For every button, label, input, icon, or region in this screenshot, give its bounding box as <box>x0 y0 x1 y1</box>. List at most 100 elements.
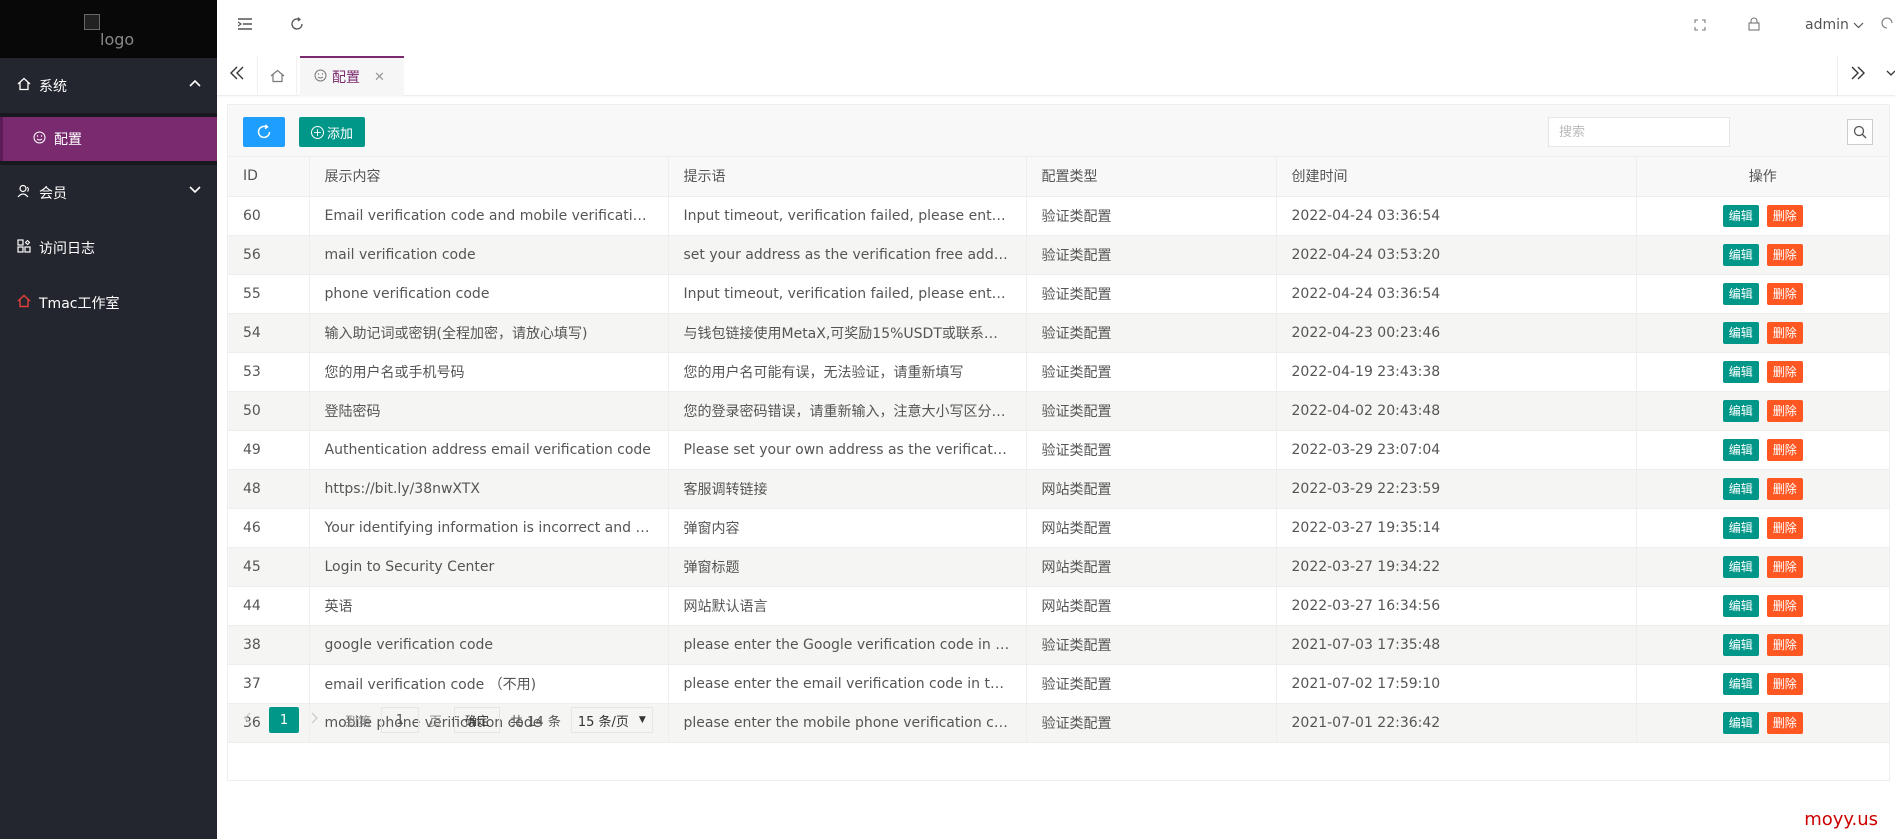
cell-tip: 客服调转链接 <box>668 469 1027 509</box>
menu-collapse-icon[interactable] <box>237 16 253 35</box>
theme-icon[interactable] <box>1881 16 1893 35</box>
goto-confirm-button[interactable]: 确定 <box>454 707 501 733</box>
submenu-system: 配置 <box>0 113 217 165</box>
next-page-icon[interactable] <box>311 712 333 728</box>
edit-button[interactable]: 编辑 <box>1722 282 1759 305</box>
cell-created: 2021-07-03 17:35:48 <box>1276 625 1637 665</box>
sidebar-item-members[interactable]: 会员 <box>0 165 217 220</box>
tabs-scroll-right-icon[interactable] <box>1850 65 1866 85</box>
logo[interactable]: logo <box>0 0 217 58</box>
delete-button[interactable]: 删除 <box>1766 516 1803 539</box>
refresh-button[interactable] <box>243 117 285 147</box>
tabs-scroll-left-icon[interactable] <box>229 65 245 85</box>
column-header-id[interactable]: ID <box>228 157 310 197</box>
cell-tip: 弹窗内容 <box>668 508 1027 548</box>
search-input[interactable] <box>1548 117 1730 147</box>
user-menu[interactable]: admin <box>1805 17 1864 33</box>
page-size-select[interactable]: 15 条/页 ▼ <box>570 707 653 733</box>
sidebar-item-label: 配置 <box>54 132 82 148</box>
prev-page-icon[interactable] <box>243 712 265 728</box>
column-header-created[interactable]: 创建时间 <box>1276 157 1637 197</box>
cell-tip: 网站默认语言 <box>668 586 1027 626</box>
cell-type: 网站类配置 <box>1026 547 1277 587</box>
edit-button[interactable]: 编辑 <box>1722 321 1759 344</box>
lock-icon[interactable] <box>1748 16 1760 35</box>
fullscreen-icon[interactable] <box>1694 16 1706 35</box>
delete-button[interactable]: 删除 <box>1766 243 1803 266</box>
current-page[interactable]: 1 <box>269 707 299 733</box>
delete-button[interactable]: 删除 <box>1766 555 1803 578</box>
cell-id: 50 <box>228 391 310 431</box>
sidebar-item-config[interactable]: 配置 <box>0 117 217 161</box>
top-header: admin <box>217 0 1895 54</box>
refresh-icon[interactable] <box>290 16 304 35</box>
table-row: 54 输入助记词或密钥(全程加密，请放心填写) 与钱包链接使用MetaX,可奖励15… <box>228 313 1889 353</box>
cell-id: 60 <box>228 196 310 236</box>
tab-home[interactable] <box>257 56 297 96</box>
cell-tip: Please set your own address as the verif… <box>668 430 1027 470</box>
cell-type: 验证类配置 <box>1026 352 1277 392</box>
sidebar-item-tmac-studio[interactable]: Tmac工作室 <box>0 275 217 330</box>
cell-content: 登陆密码 <box>309 391 669 431</box>
delete-button[interactable]: 删除 <box>1766 282 1803 305</box>
delete-button[interactable]: 删除 <box>1766 204 1803 227</box>
search-button[interactable] <box>1847 119 1873 145</box>
edit-button[interactable]: 编辑 <box>1722 204 1759 227</box>
tab-label: 配置 <box>332 70 360 86</box>
column-header-tip[interactable]: 提示语 <box>668 157 1027 197</box>
sidebar-item-access-log[interactable]: 访问日志 <box>0 220 217 275</box>
edit-button[interactable]: 编辑 <box>1722 243 1759 266</box>
broken-image-icon <box>84 14 100 30</box>
sidebar-item-label: 会员 <box>39 185 67 202</box>
edit-button[interactable]: 编辑 <box>1722 438 1759 461</box>
edit-button[interactable]: 编辑 <box>1722 399 1759 422</box>
edit-button[interactable]: 编辑 <box>1722 633 1759 656</box>
table-row: 44 英语 网站默认语言 网站类配置 2022-03-27 16:34:56 编辑 删除 <box>228 586 1889 626</box>
delete-button[interactable]: 删除 <box>1766 321 1803 344</box>
edit-button[interactable]: 编辑 <box>1722 672 1759 695</box>
table-row: 60 Email verification code and mobile ver… <box>228 196 1889 236</box>
cell-content: 英语 <box>309 586 669 626</box>
delete-button[interactable]: 删除 <box>1766 360 1803 383</box>
edit-button[interactable]: 编辑 <box>1722 360 1759 383</box>
chevron-down-icon <box>189 184 201 197</box>
edit-button[interactable]: 编辑 <box>1722 555 1759 578</box>
edit-button[interactable]: 编辑 <box>1722 477 1759 500</box>
cell-content: Authentication address email verificatio… <box>309 430 669 470</box>
search-icon <box>1853 125 1867 139</box>
delete-button[interactable]: 删除 <box>1766 672 1803 695</box>
cell-actions: 编辑 删除 <box>1636 235 1889 275</box>
column-header-content[interactable]: 展示内容 <box>309 157 669 197</box>
delete-button[interactable]: 删除 <box>1766 594 1803 617</box>
edit-button[interactable]: 编辑 <box>1722 594 1759 617</box>
username: admin <box>1805 17 1849 33</box>
cell-tip: Input timeout, verification failed, plea… <box>668 196 1027 236</box>
cell-id: 46 <box>228 508 310 548</box>
smile-icon <box>33 131 46 148</box>
tabs-divider <box>1837 56 1838 96</box>
home-icon <box>17 77 35 95</box>
goto-page-input[interactable]: 1 <box>381 707 420 733</box>
chevron-up-icon <box>189 77 201 90</box>
cell-created: 2022-03-27 19:35:14 <box>1276 508 1637 548</box>
cell-created: 2022-04-02 20:43:48 <box>1276 391 1637 431</box>
cell-id: 48 <box>228 469 310 509</box>
delete-button[interactable]: 删除 <box>1766 438 1803 461</box>
goto-label: 到第 <box>345 714 372 730</box>
edit-button[interactable]: 编辑 <box>1722 516 1759 539</box>
column-header-type[interactable]: 配置类型 <box>1026 157 1277 197</box>
cell-id: 44 <box>228 586 310 626</box>
table-header-row: ID 展示内容 提示语 配置类型 创建时间 操作 <box>228 157 1889 197</box>
cell-created: 2022-03-27 19:34:22 <box>1276 547 1637 587</box>
delete-button[interactable]: 删除 <box>1766 633 1803 656</box>
cell-type: 验证类配置 <box>1026 196 1277 236</box>
sidebar-item-system[interactable]: 系统 <box>0 58 217 113</box>
delete-button[interactable]: 删除 <box>1766 477 1803 500</box>
close-icon[interactable]: ✕ <box>374 70 385 85</box>
cell-id: 38 <box>228 625 310 665</box>
chevron-down-icon[interactable] <box>1886 65 1895 85</box>
cell-type: 网站类配置 <box>1026 469 1277 509</box>
delete-button[interactable]: 删除 <box>1766 399 1803 422</box>
add-button[interactable]: + 添加 <box>299 117 365 147</box>
tab-config[interactable]: 配置 ✕ <box>300 56 404 96</box>
